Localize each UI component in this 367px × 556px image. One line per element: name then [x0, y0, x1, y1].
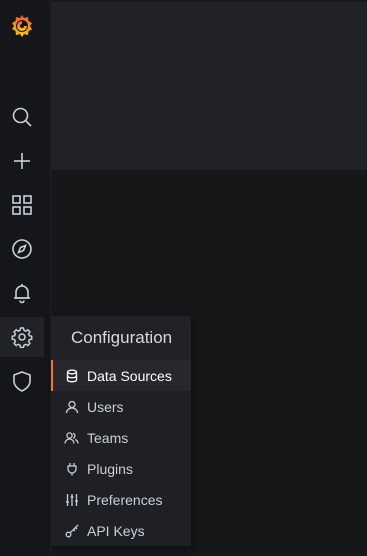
menu-item-label: Teams — [87, 429, 129, 446]
menu-item-teams[interactable]: Teams — [51, 422, 191, 453]
sidebar — [0, 0, 51, 556]
sliders-icon — [64, 492, 79, 507]
menu-item-label: Users — [87, 398, 124, 415]
explore-nav-item[interactable] — [0, 229, 44, 269]
page-header-panel — [51, 2, 367, 170]
menu-item-plugins[interactable]: Plugins — [51, 453, 191, 484]
menu-item-label: Data Sources — [87, 367, 172, 384]
search-icon — [12, 107, 32, 127]
flyout-title[interactable]: Configuration — [51, 316, 191, 360]
plus-icon — [14, 153, 30, 169]
plug-icon — [64, 461, 79, 476]
search-nav-item[interactable] — [0, 97, 44, 137]
menu-item-label: Plugins — [87, 460, 133, 477]
menu-item-api-keys[interactable]: API Keys — [51, 515, 191, 546]
bell-icon — [14, 284, 30, 304]
alerting-nav-item[interactable] — [0, 273, 44, 313]
server-admin-nav-item[interactable] — [0, 361, 44, 401]
compass-icon — [12, 239, 32, 259]
database-icon — [64, 368, 79, 383]
menu-item-users[interactable]: Users — [51, 391, 191, 422]
gear-icon — [11, 327, 33, 348]
grafana-page: Configuration Data Sources Users Teams P… — [0, 0, 367, 556]
dashboards-grid-icon — [12, 195, 32, 215]
dashboards-nav-item[interactable] — [0, 185, 44, 225]
configuration-flyout-menu: Configuration Data Sources Users Teams P… — [51, 316, 191, 546]
configuration-nav-item[interactable] — [0, 317, 44, 357]
create-nav-item[interactable] — [0, 141, 44, 181]
user-icon — [64, 399, 79, 414]
menu-item-label: API Keys — [87, 522, 145, 539]
menu-item-label: Preferences — [87, 491, 163, 508]
users-icon — [64, 430, 79, 445]
key-icon — [64, 523, 79, 538]
menu-item-data-sources[interactable]: Data Sources — [51, 360, 191, 391]
menu-item-preferences[interactable]: Preferences — [51, 484, 191, 515]
grafana-logo[interactable] — [0, 6, 44, 46]
shield-icon — [13, 371, 31, 392]
